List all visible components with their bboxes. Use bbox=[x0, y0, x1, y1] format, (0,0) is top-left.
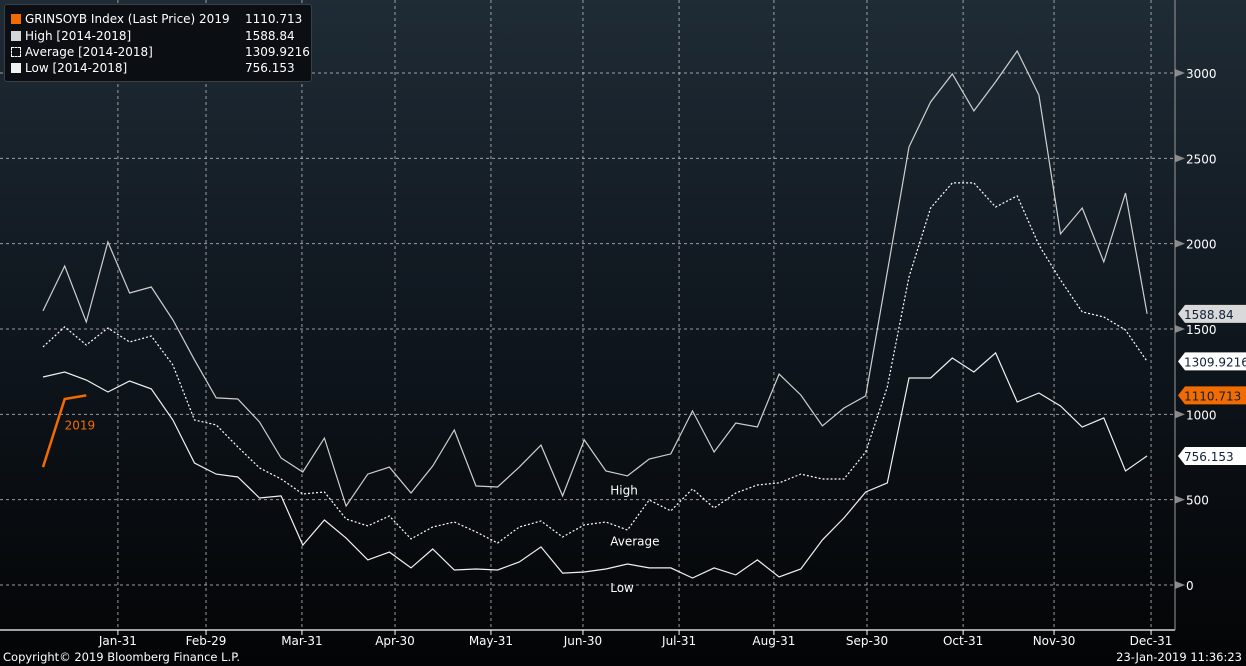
y-tick-label: 500 bbox=[1186, 494, 1209, 508]
y-tick-label: 0 bbox=[1186, 579, 1194, 593]
legend-swatch-white bbox=[11, 63, 21, 73]
y-tick-arrow bbox=[1175, 324, 1185, 333]
y-tick-arrow bbox=[1175, 68, 1185, 77]
legend-swatch-orange bbox=[11, 14, 21, 24]
x-tick-label: Jan-31 bbox=[98, 634, 137, 648]
series-label-2019: 2019 bbox=[65, 419, 96, 433]
x-tick-label: Jun-30 bbox=[563, 634, 602, 648]
series-label-high: High bbox=[610, 484, 638, 498]
legend-swatch-gray bbox=[11, 31, 21, 41]
legend-item-average: Average [2014-2018] 1309.9216 bbox=[11, 44, 311, 60]
y-tick-arrow bbox=[1175, 239, 1185, 248]
y-tick-arrow bbox=[1175, 495, 1185, 504]
legend-label: Average [2014-2018] bbox=[25, 45, 153, 59]
last-value-tag-text: 1110.713 bbox=[1184, 389, 1241, 403]
x-tick-label: Mar-31 bbox=[281, 634, 322, 648]
y-tick-arrow bbox=[1175, 410, 1185, 419]
legend-swatch-dotted bbox=[11, 47, 21, 57]
chart-window: 0 500 1000 1500 2000 2500 3000 Jan-31 Feb-29 Mar-… bbox=[0, 0, 1246, 666]
legend-item-2019: GRINSOYB Index (Last Price) 2019 1110.71… bbox=[11, 11, 302, 27]
legend-value: 1588.84 bbox=[245, 29, 295, 43]
series-line-low bbox=[42, 351, 1148, 579]
timestamp: 23-Jan-2019 11:36:23 bbox=[1116, 650, 1242, 664]
legend-value: 1110.713 bbox=[245, 12, 303, 26]
y-tick-arrow bbox=[1175, 581, 1185, 589]
x-tick-label: Sep-30 bbox=[846, 634, 888, 648]
x-tick-label: Feb-29 bbox=[186, 634, 227, 648]
series-line-average bbox=[42, 182, 1148, 544]
copyright: Copyright© 2019 Bloomberg Finance L.P. bbox=[3, 650, 240, 664]
series-label-average: Average bbox=[610, 535, 659, 549]
y-tick-label: 3000 bbox=[1186, 67, 1217, 81]
legend: GRINSOYB Index (Last Price) 2019 1110.71… bbox=[4, 4, 312, 82]
x-tick-label: Apr-30 bbox=[375, 634, 415, 648]
legend-value: 756.153 bbox=[245, 61, 295, 75]
y-tick-label: 1000 bbox=[1186, 408, 1217, 422]
last-value-tag-text: 1588.84 bbox=[1184, 308, 1234, 322]
y-tick-label: 1500 bbox=[1186, 323, 1217, 337]
series-label-low: Low bbox=[610, 581, 634, 595]
seasonality-chart: 0 500 1000 1500 2000 2500 3000 Jan-31 Feb-29 Mar-… bbox=[0, 0, 1246, 648]
series-line-high bbox=[42, 49, 1148, 508]
x-tick-label: Dec-31 bbox=[1130, 634, 1173, 648]
y-tick-label: 2500 bbox=[1186, 152, 1217, 166]
x-tick-label: Nov-30 bbox=[1033, 634, 1076, 648]
x-tick-label: Aug-31 bbox=[752, 634, 795, 648]
y-tick-arrow bbox=[1175, 154, 1185, 163]
legend-item-high: High [2014-2018] 1588.84 bbox=[11, 28, 311, 44]
x-tick-label: Jul-31 bbox=[661, 634, 696, 648]
legend-value: 1309.9216 bbox=[245, 45, 310, 59]
legend-label: High [2014-2018] bbox=[25, 29, 132, 43]
last-value-tag-text: 756.153 bbox=[1184, 450, 1234, 464]
legend-label: GRINSOYB Index (Last Price) 2019 bbox=[25, 12, 230, 26]
legend-item-low: Low [2014-2018] 756.153 bbox=[11, 60, 311, 76]
x-tick-label: Oct-31 bbox=[943, 634, 983, 648]
y-tick-label: 2000 bbox=[1186, 238, 1217, 252]
legend-label: Low [2014-2018] bbox=[25, 61, 128, 75]
last-value-tag-text: 1309.9216 bbox=[1184, 355, 1246, 369]
x-tick-label: May-31 bbox=[469, 634, 513, 648]
